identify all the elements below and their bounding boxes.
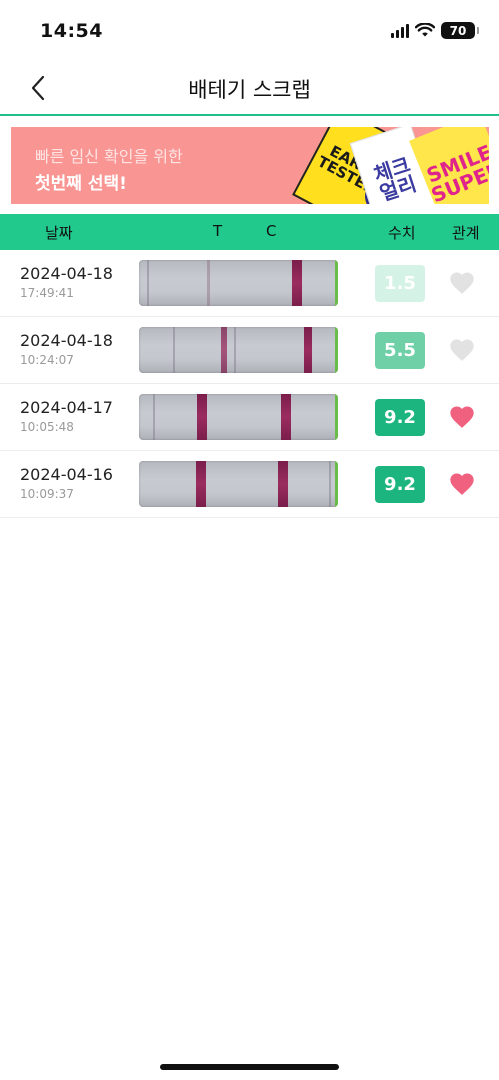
table-row[interactable]: 2024-04-16 10:09:37 9.2 <box>0 451 499 518</box>
row-date: 2024-04-16 <box>20 465 113 484</box>
status-bar: 14:54 70 <box>0 0 499 60</box>
row-date: 2024-04-18 <box>20 331 113 350</box>
table-header: 날짜 T C 수치 관계 <box>0 214 499 250</box>
nav-bar: 배테기 스크랩 <box>0 60 499 116</box>
banner-title: 첫번째 선택! <box>35 174 127 194</box>
battery-icon: 70 <box>441 22 479 39</box>
table-row[interactable]: 2024-04-17 10:05:48 9.2 <box>0 384 499 451</box>
promo-banner[interactable]: 빠른 임신 확인을 위한 첫번째 선택! EARLY TESTER 체크 얼리 … <box>11 127 489 204</box>
page-title: 배테기 스크랩 <box>188 78 311 102</box>
header-relation: 관계 <box>452 224 480 242</box>
header-c-line: C <box>266 222 277 240</box>
status-icons: 70 <box>391 22 479 39</box>
table-row[interactable]: 2024-04-18 10:24:07 5.5 <box>0 317 499 384</box>
heart-icon[interactable] <box>448 403 476 431</box>
heart-icon[interactable] <box>448 336 476 364</box>
test-strip-image <box>139 260 338 306</box>
home-indicator <box>160 1064 339 1070</box>
table-row[interactable]: 2024-04-18 17:49:41 1.5 <box>0 250 499 317</box>
test-strip-image <box>139 394 338 440</box>
header-date: 날짜 <box>45 224 73 242</box>
value-badge: 1.5 <box>375 265 425 302</box>
row-time: 10:09:37 <box>20 487 74 501</box>
battery-level: 70 <box>449 23 467 38</box>
cellular-signal-icon <box>391 23 409 38</box>
row-time: 10:24:07 <box>20 353 74 367</box>
header-t-line: T <box>213 222 223 240</box>
value-badge: 5.5 <box>375 332 425 369</box>
test-strip-image <box>139 461 338 507</box>
row-time: 17:49:41 <box>20 286 74 300</box>
value-badge: 9.2 <box>375 399 425 436</box>
status-time: 14:54 <box>40 20 103 42</box>
row-date: 2024-04-17 <box>20 398 113 417</box>
heart-icon[interactable] <box>448 470 476 498</box>
banner-subtitle: 빠른 임신 확인을 위한 <box>35 147 183 166</box>
wifi-icon <box>415 23 435 37</box>
row-date: 2024-04-18 <box>20 264 113 283</box>
heart-icon[interactable] <box>448 269 476 297</box>
value-badge: 9.2 <box>375 466 425 503</box>
test-strip-image <box>139 327 338 373</box>
row-time: 10:05:48 <box>20 420 74 434</box>
header-value: 수치 <box>388 224 416 242</box>
